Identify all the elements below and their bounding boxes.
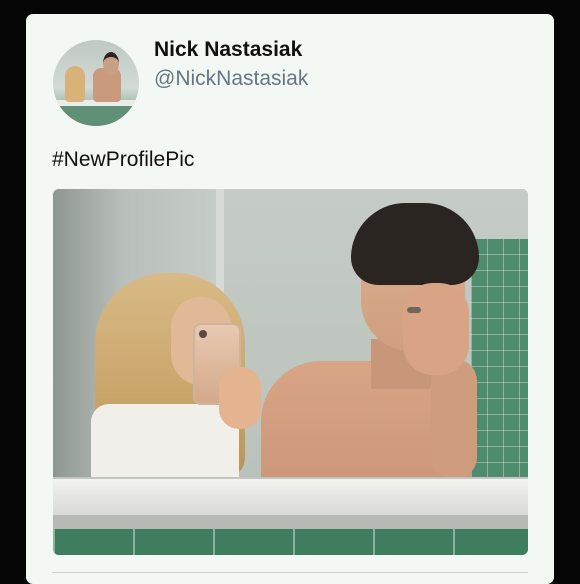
photo-bottom-tiles [53, 529, 528, 555]
photo-boy-hand [403, 283, 469, 375]
photo-boy-hair [351, 203, 479, 285]
divider [52, 572, 528, 573]
avatar-figure-left [65, 66, 85, 102]
photo-boy-arm [431, 359, 477, 479]
avatar-figure-head [103, 52, 119, 75]
photo-girl-hand [219, 367, 261, 429]
display-name[interactable]: Nick Nastasiak [154, 38, 302, 62]
photo-wall-tiles [471, 239, 528, 479]
photo-phone-camera [199, 330, 207, 338]
tweet-photo[interactable] [53, 189, 528, 555]
photo-sink-lip [53, 515, 528, 529]
tweet-text[interactable]: #NewProfilePic [52, 148, 194, 172]
avatar-tile [53, 106, 139, 126]
user-handle[interactable]: @NickNastasiak [154, 67, 308, 91]
avatar[interactable] [53, 40, 139, 126]
tweet-card: Nick Nastasiak @NickNastasiak #NewProfil… [26, 14, 554, 584]
photo-joint [407, 307, 421, 313]
photo-girl-shirt [91, 404, 239, 479]
